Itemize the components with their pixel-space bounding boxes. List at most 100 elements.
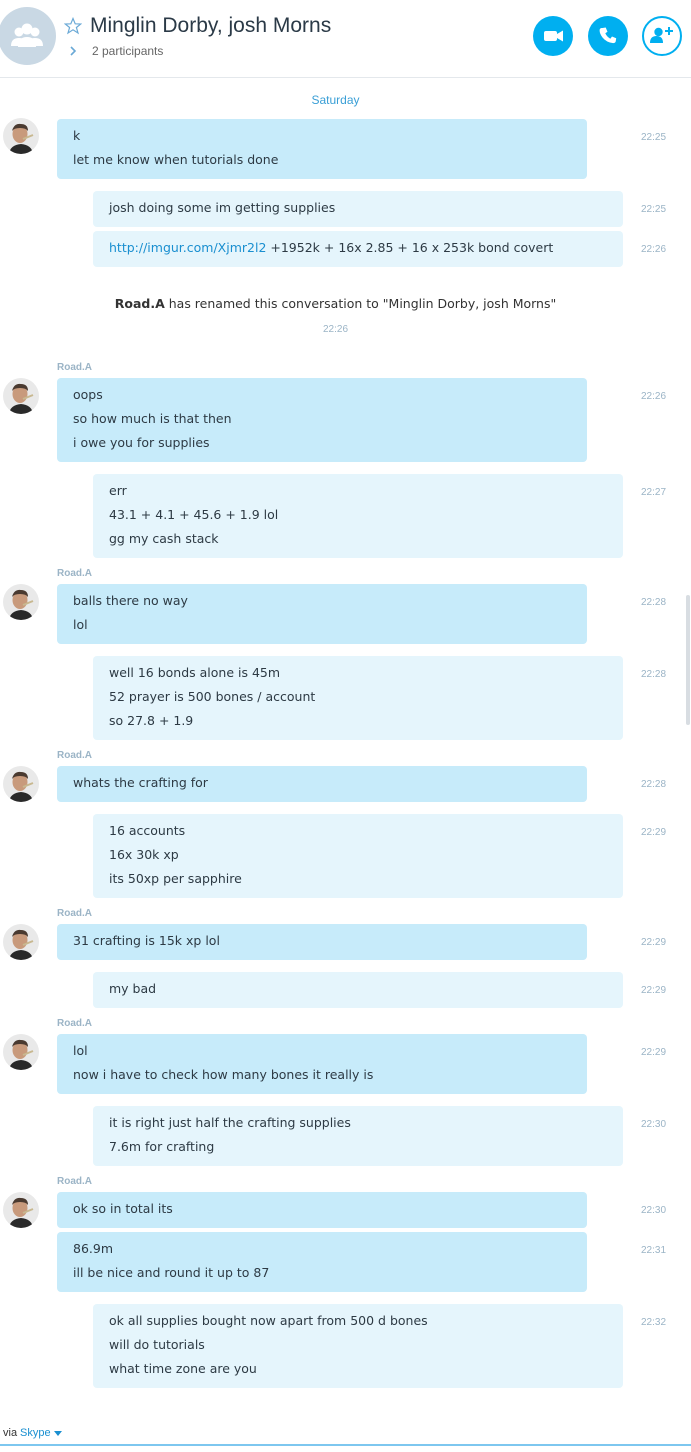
sender-name: Road.A	[57, 750, 92, 761]
add-person-icon	[650, 27, 673, 43]
message-line: lol	[73, 617, 88, 632]
message-line: oops	[73, 387, 103, 402]
avatar[interactable]	[3, 1034, 39, 1070]
chat-scrollbar[interactable]	[686, 595, 690, 725]
message-bubble[interactable]: 86.9m ill be nice and round it up to 87	[57, 1232, 587, 1292]
avatar[interactable]	[3, 378, 39, 414]
avatar-photo-icon	[3, 1034, 39, 1070]
message-line: i owe you for supplies	[73, 435, 210, 450]
avatar[interactable]	[3, 118, 39, 154]
footer: via Skype	[0, 1426, 691, 1452]
message-bubble[interactable]: 31 crafting is 15k xp lol	[57, 924, 587, 960]
conversation-title[interactable]: Minglin Dorby, josh Morns	[90, 14, 331, 38]
group-avatar[interactable]	[0, 7, 56, 65]
footer-divider	[0, 1444, 691, 1446]
message-line: balls there no way	[73, 593, 188, 608]
caret-down-icon[interactable]	[54, 1431, 62, 1436]
avatar[interactable]	[3, 584, 39, 620]
video-camera-icon	[544, 30, 563, 42]
message-line: 43.1 + 4.1 + 45.6 + 1.9 lol	[109, 507, 279, 522]
message-bubble[interactable]: ok so in total its	[57, 1192, 587, 1228]
avatar-photo-icon	[3, 378, 39, 414]
message-line: 16x 30k xp	[109, 847, 179, 862]
via-label: via	[3, 1427, 18, 1439]
avatar[interactable]	[3, 1192, 39, 1228]
message-line: 31 crafting is 15k xp lol	[73, 933, 220, 948]
message-time: 22:29	[641, 937, 667, 948]
avatar[interactable]	[3, 766, 39, 802]
audio-call-button[interactable]	[588, 16, 628, 56]
message-bubble[interactable]: err 43.1 + 4.1 + 45.6 + 1.9 lol gg my ca…	[93, 474, 623, 558]
message-line: whats the crafting for	[73, 775, 208, 790]
chat-history[interactable]: Saturday k let me know when tutorials do…	[0, 78, 691, 1418]
favorite-star-icon[interactable]	[64, 17, 82, 35]
message-line: 52 prayer is 500 bones / account	[109, 689, 316, 704]
message-time: 22:29	[641, 985, 667, 996]
message-time: 22:28	[641, 779, 667, 790]
message-time: 22:29	[641, 827, 667, 838]
message-line: lol	[73, 1043, 88, 1058]
message-line: ill be nice and round it up to 87	[73, 1265, 270, 1280]
message-line: well 16 bonds alone is 45m	[109, 665, 281, 680]
add-participant-button[interactable]	[642, 16, 682, 56]
message-time: 22:30	[641, 1119, 667, 1130]
message-bubble[interactable]: balls there no way lol	[57, 584, 587, 644]
video-call-button[interactable]	[533, 16, 573, 56]
participants-count[interactable]: 2 participants	[92, 44, 163, 58]
conversation-header: Minglin Dorby, josh Morns 2 participants	[0, 0, 691, 78]
message-bubble[interactable]: well 16 bonds alone is 45m 52 prayer is …	[93, 656, 623, 740]
message-line: http://imgur.com/Xjmr2l2 +1952k + 16x 2.…	[109, 236, 607, 260]
message-bubble[interactable]: k let me know when tutorials done	[57, 119, 587, 179]
sender-name: Road.A	[57, 362, 92, 373]
message-time: 22:28	[641, 669, 667, 680]
message-bubble[interactable]: josh doing some im getting supplies	[93, 191, 623, 227]
message-line: so 27.8 + 1.9	[109, 713, 194, 728]
message-line: its 50xp per sapphire	[109, 871, 242, 886]
chevron-right-icon[interactable]	[68, 45, 78, 57]
phone-icon	[599, 27, 617, 44]
avatar-photo-icon	[3, 584, 39, 620]
message-bubble[interactable]: 16 accounts 16x 30k xp its 50xp per sapp…	[93, 814, 623, 898]
sender-name: Road.A	[57, 908, 92, 919]
message-time: 22:30	[641, 1205, 667, 1216]
message-time: 22:28	[641, 597, 667, 608]
avatar-photo-icon	[3, 118, 39, 154]
message-line: my bad	[109, 981, 157, 996]
day-separator: Saturday	[311, 93, 360, 107]
message-text: +1952k + 16x 2.85 + 16 x 253k bond cover…	[266, 240, 554, 255]
message-time: 22:26	[641, 244, 667, 255]
sender-name: Road.A	[57, 1176, 92, 1187]
message-bubble[interactable]: ok all supplies bought now apart from 50…	[93, 1304, 623, 1388]
avatar-photo-icon	[3, 924, 39, 960]
message-bubble[interactable]: oops so how much is that then i owe you …	[57, 378, 587, 462]
message-bubble[interactable]: whats the crafting for	[57, 766, 587, 802]
rename-actor: Road.A	[114, 296, 165, 311]
message-bubble[interactable]: it is right just half the crafting suppl…	[93, 1106, 623, 1166]
message-line: 16 accounts	[109, 823, 186, 838]
rename-text: has renamed this conversation to "Mingli…	[164, 296, 557, 311]
message-line: 86.9m	[73, 1241, 114, 1256]
message-line: so how much is that then	[73, 411, 232, 426]
message-bubble[interactable]: http://imgur.com/Xjmr2l2 +1952k + 16x 2.…	[93, 231, 623, 267]
message-line: let me know when tutorials done	[73, 152, 279, 167]
message-time: 22:29	[641, 1047, 667, 1058]
message-bubble[interactable]: my bad	[93, 972, 623, 1008]
skype-link[interactable]: Skype	[20, 1427, 51, 1439]
rename-notice: Road.A has renamed this conversation to …	[0, 296, 671, 311]
message-link[interactable]: http://imgur.com/Xjmr2l2	[109, 240, 266, 255]
sender-name: Road.A	[57, 1018, 92, 1029]
rename-time: 22:26	[322, 324, 349, 335]
message-line: ok all supplies bought now apart from 50…	[109, 1313, 428, 1328]
message-line: it is right just half the crafting suppl…	[109, 1115, 351, 1130]
avatar[interactable]	[3, 924, 39, 960]
message-time: 22:25	[641, 204, 667, 215]
message-line: what time zone are you	[109, 1361, 257, 1376]
message-line: gg my cash stack	[109, 531, 219, 546]
message-time: 22:25	[641, 132, 667, 143]
message-time: 22:32	[641, 1317, 667, 1328]
group-icon	[11, 23, 43, 47]
message-line: josh doing some im getting supplies	[109, 200, 336, 215]
message-bubble[interactable]: lol now i have to check how many bones i…	[57, 1034, 587, 1094]
message-line: will do tutorials	[109, 1337, 205, 1352]
avatar-photo-icon	[3, 766, 39, 802]
